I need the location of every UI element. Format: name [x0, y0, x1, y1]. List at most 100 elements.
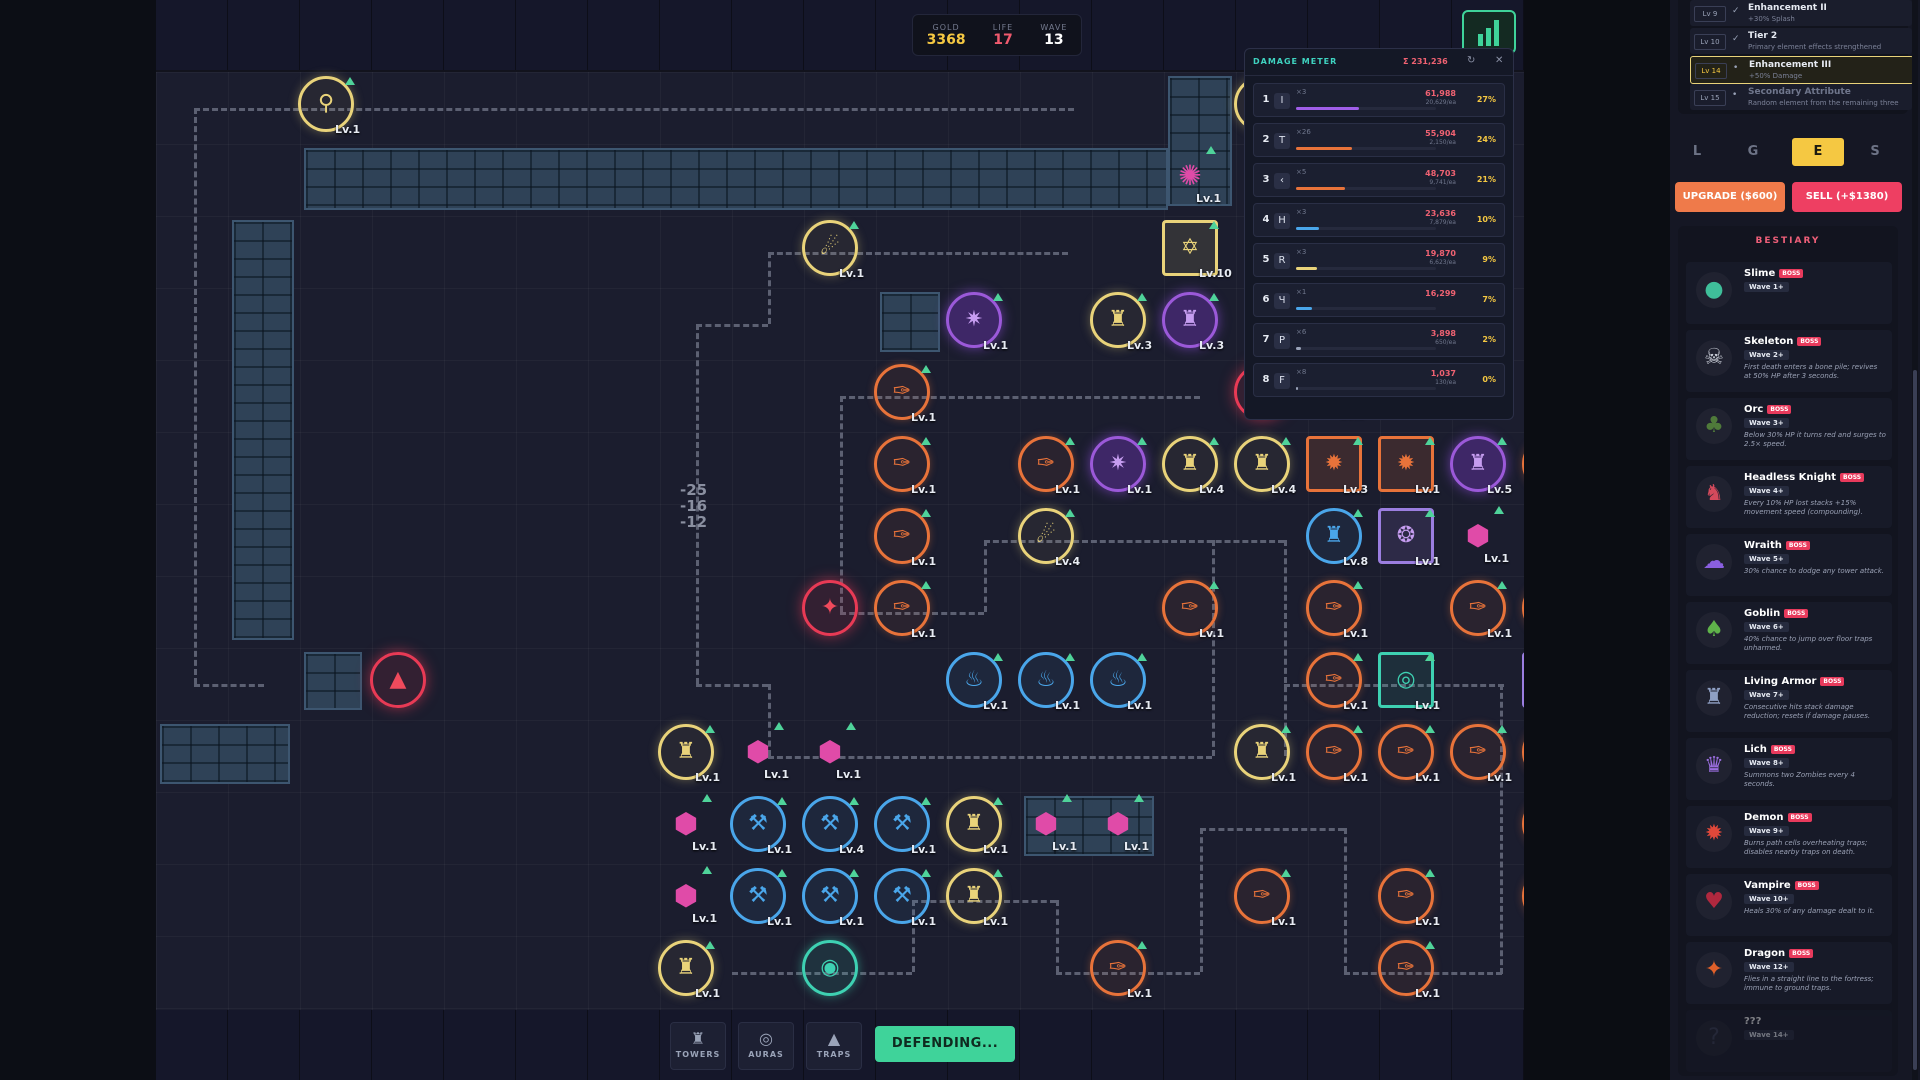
element-tab-g[interactable]: G: [1728, 138, 1778, 166]
bestiary-entry[interactable]: ● Slime BOSS Wave 1+: [1686, 262, 1892, 324]
bestiary-entry[interactable]: ♠ Goblin BOSS Wave 6+ 40% chance to jump ove…: [1686, 602, 1892, 664]
tower-pink[interactable]: ⬢ Lv.1: [658, 794, 717, 853]
bestiary-entry[interactable]: ✦ Dragon BOSS Wave 12+ Flies in a straight l…: [1686, 942, 1892, 1004]
tower-blue[interactable]: ♨ Lv.1: [946, 652, 1008, 712]
tower-orange[interactable]: ✑Lv.1: [1450, 724, 1512, 784]
tower-blue[interactable]: ♨ Lv.1: [1090, 652, 1152, 712]
tower-orange[interactable]: ✑Lv.1: [1234, 868, 1296, 928]
tower-orange[interactable]: ✑Lv.1: [1090, 940, 1152, 1000]
damage-value: 19,870: [1425, 249, 1456, 258]
tower-orange[interactable]: ✑Lv.1: [1522, 796, 1524, 852]
tower-orange[interactable]: ✑Lv.1: [1522, 580, 1524, 636]
upgrade-available-icon: [993, 293, 1003, 301]
bestiary-entry[interactable]: ✹ Demon BOSS Wave 9+ Burns path cells overhe…: [1686, 806, 1892, 868]
tower-sqpurple[interactable]: ❂Lv.1: [1378, 508, 1440, 568]
scrollbar-thumb[interactable]: [1913, 370, 1917, 1070]
bestiary-entry[interactable]: ♜ Living Armor BOSS Wave 7+ Consecutive hits…: [1686, 670, 1892, 732]
tower-orange[interactable]: ✑Lv.1: [1306, 724, 1368, 784]
tower-yellow[interactable]: ☄ Lv.1: [802, 220, 864, 280]
traps-tab-button[interactable]: ▲ TRAPS: [806, 1022, 862, 1070]
bestiary-entry[interactable]: ☠ Skeleton BOSS Wave 2+ First death enters a…: [1686, 330, 1892, 392]
tower-pink[interactable]: ⬢ Lv.1: [802, 722, 861, 781]
tower-sqteal[interactable]: ◎ Lv.1: [1378, 652, 1440, 712]
tower-purple[interactable]: ♜ Lv.5: [1450, 436, 1512, 496]
bestiary-entry[interactable]: ☁ Wraith BOSS Wave 5+ 30% chance to dodge an…: [1686, 534, 1892, 596]
tower-blue[interactable]: ⚒ Lv.4: [802, 796, 864, 856]
upgrade-button[interactable]: UPGRADE ($600): [1675, 182, 1785, 212]
tower-yellow[interactable]: ♜ Lv.1: [1234, 724, 1296, 784]
tower-pink[interactable]: ⬢ Lv.1: [658, 866, 717, 925]
auras-tab-button[interactable]: ◎ AURAS: [738, 1022, 794, 1070]
skill-tree-row[interactable]: Lv 15 • Secondary Attribute Random element …: [1690, 84, 1912, 110]
element-tab-l[interactable]: L: [1672, 138, 1722, 166]
tower-orange[interactable]: ✑Lv.1: [1162, 580, 1224, 640]
tower-orange[interactable]: ✑Lv.1: [874, 580, 936, 640]
tower-red[interactable]: ▲: [370, 652, 426, 708]
sell-button[interactable]: SELL (+$1380): [1792, 182, 1902, 212]
defending-status-button[interactable]: DEFENDING...: [875, 1026, 1015, 1062]
skill-tree-row[interactable]: Lv 10 ✓ Tier 2 Primary element effects stre…: [1690, 28, 1912, 54]
tower-sqpurple[interactable]: ❂Lv.1: [1522, 652, 1524, 708]
tower-orange[interactable]: ✑Lv.1: [1522, 868, 1524, 924]
tower-orange[interactable]: ✑Lv.1: [1522, 724, 1524, 780]
tower-yellow[interactable]: ♜ Lv.1: [946, 796, 1008, 856]
tower-orange[interactable]: ✑Lv.1: [1522, 436, 1524, 492]
tower-sqyellow[interactable]: ✡ Lv.10: [1162, 220, 1232, 280]
tower-blue[interactable]: ⚒ Lv.1: [730, 796, 792, 856]
tower-pink[interactable]: ⬢Lv.4: [1522, 508, 1524, 564]
tower-yellow[interactable]: ♜ Lv.1: [658, 724, 720, 784]
tower-sqorange[interactable]: ✹ Lv.3: [1306, 436, 1368, 496]
tower-yellow[interactable]: ⚲Lv.1: [298, 76, 360, 136]
upgrade-available-icon: [1281, 725, 1291, 733]
tower-blue[interactable]: ♨ Lv.1: [1018, 652, 1080, 712]
tower-orange[interactable]: ✑Lv.1: [1306, 580, 1368, 640]
tower-pink[interactable]: ⬢ Lv.1: [1090, 794, 1149, 853]
tower-orange[interactable]: ✑Lv.1: [874, 364, 936, 424]
tower-blue[interactable]: ⚒ Lv.1: [802, 868, 864, 928]
bestiary-entry[interactable]: ♛ Lich BOSS Wave 8+ Summons two Zombies ever…: [1686, 738, 1892, 800]
tower-yellow[interactable]: ♜ Lv.4: [1234, 436, 1296, 496]
bestiary-entry[interactable]: ♣ Orc BOSS Wave 3+ Below 30% HP it turns red…: [1686, 398, 1892, 460]
tower-blue[interactable]: ♜ Lv.8: [1306, 508, 1368, 568]
tower-orange[interactable]: ✑Lv.1: [1378, 940, 1440, 1000]
tower-blue[interactable]: ⚒ Lv.1: [874, 796, 936, 856]
close-icon[interactable]: ✕: [1495, 55, 1503, 66]
tower-purple[interactable]: ✷ Lv.1: [946, 292, 1008, 352]
element-tab-e[interactable]: E: [1792, 138, 1844, 166]
tower-sqorange[interactable]: ✹ Lv.1: [1378, 436, 1440, 496]
wave-badge: Wave 5+: [1744, 554, 1789, 564]
monster-icon: ♞: [1696, 476, 1732, 512]
tower-red[interactable]: ✦: [802, 580, 858, 636]
tower-yellow[interactable]: ♜ Lv.1: [658, 940, 720, 1000]
bestiary-entry[interactable]: ???? Wave 14+: [1686, 1010, 1892, 1072]
tower-yellow[interactable]: ♜ Lv.1: [946, 868, 1008, 928]
bestiary-entry[interactable]: ♞ Headless Knight BOSS Wave 4+ Every 10% HP …: [1686, 466, 1892, 528]
towers-tab-button[interactable]: ♜ TOWERS: [670, 1022, 726, 1070]
tower-level: Lv.1: [1127, 987, 1153, 1000]
tower-purple[interactable]: ✷ Lv.1: [1090, 436, 1152, 496]
tower-pink[interactable]: ⬢ Lv.1: [1450, 506, 1509, 565]
tower-glyph-icon: ✑: [892, 379, 912, 404]
tower-pink[interactable]: ✺Lv.1: [1162, 146, 1221, 205]
tower-orange[interactable]: ✑Lv.1: [1306, 652, 1368, 712]
tower-orange[interactable]: ✑Lv.1: [1378, 868, 1440, 928]
tower-yellow[interactable]: ☄ Lv.4: [1018, 508, 1080, 568]
tower-yellow[interactable]: ♜ Lv.3: [1090, 292, 1152, 352]
tower-pink[interactable]: ⬢ Lv.1: [730, 722, 789, 781]
tower-yellow[interactable]: ♜ Lv.4: [1162, 436, 1224, 496]
skill-tree-row[interactable]: Lv 14 • Enhancement III +50% Damage: [1690, 56, 1914, 84]
element-tab-s[interactable]: S: [1850, 138, 1900, 166]
tower-pink[interactable]: ⬢ Lv.1: [1018, 794, 1077, 853]
bestiary-entry[interactable]: ♥ Vampire BOSS Wave 10+ Heals 30% of any dam…: [1686, 874, 1892, 936]
tower-orange[interactable]: ✑Lv.1: [874, 436, 936, 496]
tower-orange[interactable]: ✑Lv.1: [874, 508, 936, 568]
tower-teal[interactable]: ◉: [802, 940, 858, 996]
tower-orange[interactable]: ✑Lv.1: [1018, 436, 1080, 496]
tower-blue[interactable]: ⚒ Lv.1: [874, 868, 936, 928]
tower-purple[interactable]: ♜ Lv.3: [1162, 292, 1224, 352]
reset-icon[interactable]: ↻: [1467, 55, 1475, 66]
tower-orange[interactable]: ✑Lv.1: [1378, 724, 1440, 784]
tower-blue[interactable]: ⚒ Lv.1: [730, 868, 792, 928]
tower-orange[interactable]: ✑Lv.1: [1450, 580, 1512, 640]
skill-tree-row[interactable]: Lv 9 ✓ Enhancement II +30% Splash: [1690, 0, 1912, 26]
